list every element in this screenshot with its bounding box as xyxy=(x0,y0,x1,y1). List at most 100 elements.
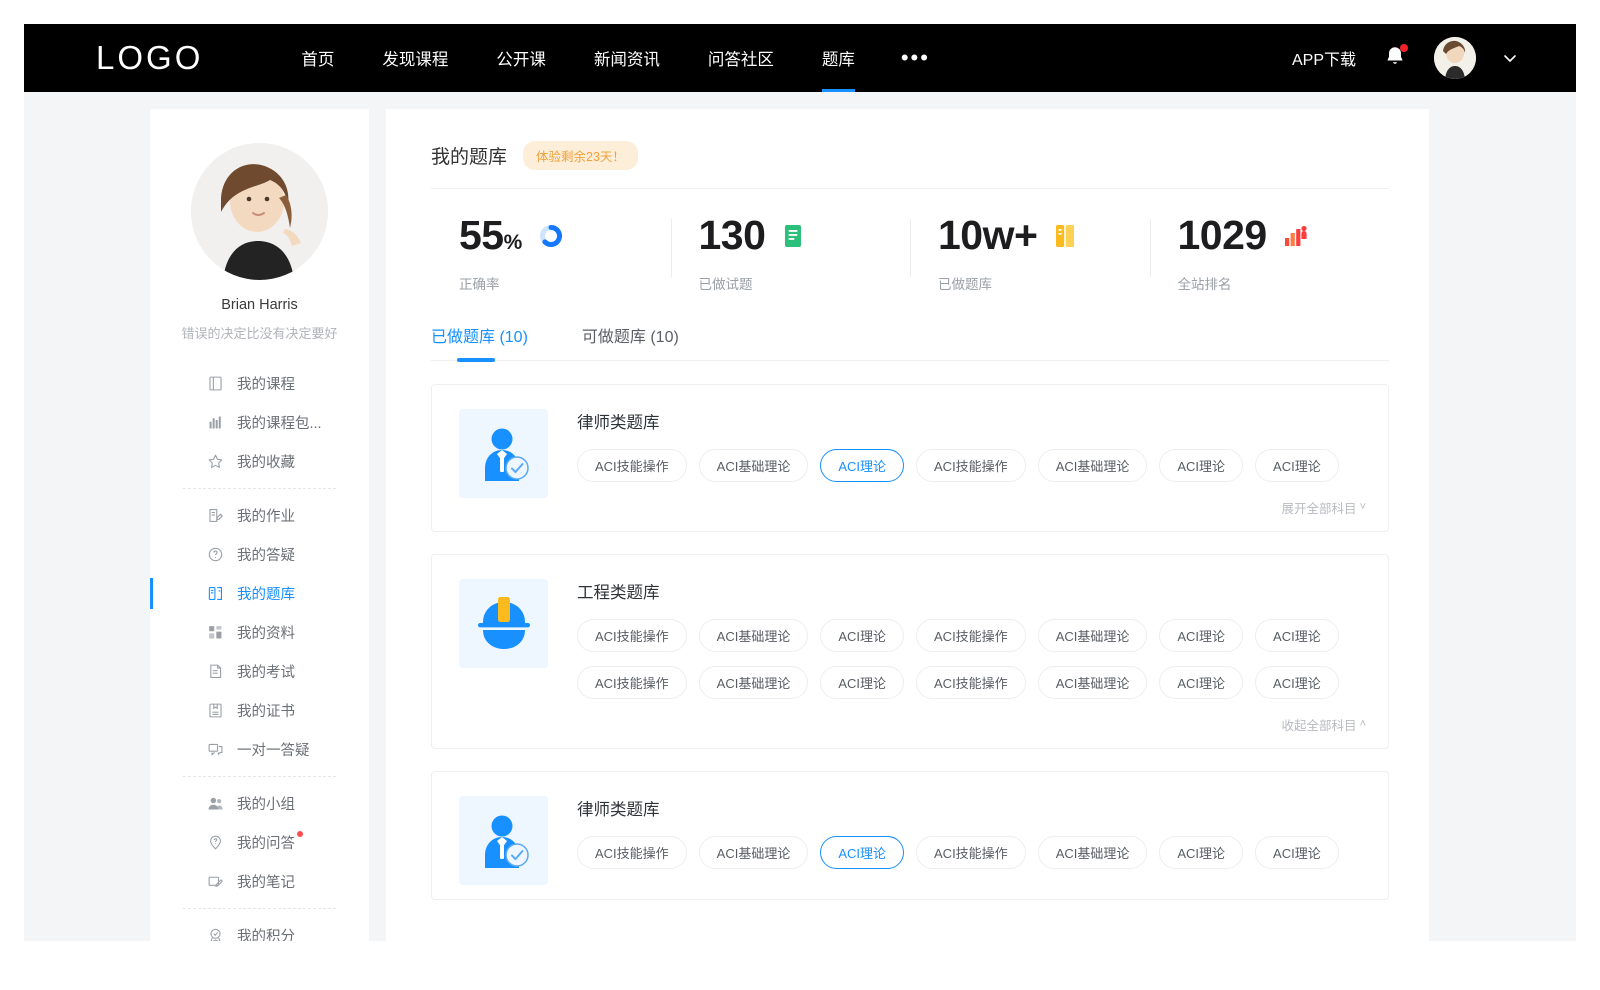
subject-pill[interactable]: ACI基础理论 xyxy=(1038,836,1148,869)
subject-pill[interactable]: ACI理论 xyxy=(1255,449,1339,482)
expand-label: 展开全部科目 xyxy=(1282,498,1357,517)
sidebar-item-2-2[interactable]: 我的笔记 xyxy=(150,862,369,901)
site-logo[interactable]: LOGO xyxy=(96,39,203,77)
sidebar-item-3-0[interactable]: 我的积分 xyxy=(150,916,369,941)
sidebar-item-1-2[interactable]: 我的题库 xyxy=(150,574,369,613)
sidebar-item-1-3[interactable]: 我的资料 xyxy=(150,613,369,652)
page-header: 我的题库 体验剩余23天！ xyxy=(431,141,1389,189)
stat-value-row: 55% xyxy=(459,215,671,256)
subject-pill[interactable]: ACI技能操作 xyxy=(916,619,1026,652)
subject-pill[interactable]: ACI技能操作 xyxy=(577,666,687,699)
stat-number: 55 xyxy=(459,212,504,258)
question-bank-card[interactable]: 律师类题库ACI技能操作ACI基础理论ACI理论ACI技能操作ACI基础理论AC… xyxy=(431,771,1389,900)
star-icon xyxy=(207,453,224,470)
subject-pill[interactable]: ACI基础理论 xyxy=(699,449,809,482)
status-badge: 体验剩余23天！ xyxy=(523,141,638,170)
sidebar-item-1-1[interactable]: 我的答疑 xyxy=(150,535,369,574)
note-icon xyxy=(207,873,224,890)
subject-pill[interactable]: ACI理论 xyxy=(820,666,904,699)
subject-pill[interactable]: ACI基础理论 xyxy=(1038,619,1148,652)
sidebar-item-1-6[interactable]: 一对一答疑 xyxy=(150,730,369,769)
subject-pill[interactable]: ACI技能操作 xyxy=(916,666,1026,699)
subject-pill[interactable]: ACI技能操作 xyxy=(577,619,687,652)
group-icon xyxy=(207,795,224,812)
card-title: 律师类题库 xyxy=(577,409,1366,433)
red-rank-icon xyxy=(1283,223,1309,249)
subject-pill[interactable]: ACI理论 xyxy=(820,449,904,482)
subject-pill[interactable]: ACI理论 xyxy=(1255,836,1339,869)
app-download-link[interactable]: APP下载 xyxy=(1292,46,1356,70)
subject-pill[interactable]: ACI理论 xyxy=(820,836,904,869)
nav-item-2[interactable]: 公开课 xyxy=(472,24,570,92)
nav-item-3[interactable]: 新闻资讯 xyxy=(570,24,684,92)
subject-pill[interactable]: ACI基础理论 xyxy=(699,619,809,652)
subject-pill[interactable]: ACI理论 xyxy=(1159,449,1243,482)
sidebar-item-2-0[interactable]: 我的小组 xyxy=(150,784,369,823)
tab-0[interactable]: 已做题库 (10) xyxy=(431,323,528,360)
stat-number: 10w+ xyxy=(938,212,1037,258)
subject-pill[interactable]: ACI理论 xyxy=(1159,836,1243,869)
subject-pill[interactable]: ACI理论 xyxy=(820,619,904,652)
nav-item-1[interactable]: 发现课程 xyxy=(358,24,472,92)
header-right-actions: APP下载 xyxy=(1292,37,1518,79)
subject-pill[interactable]: ACI理论 xyxy=(1255,666,1339,699)
sidebar-item-1-4[interactable]: 我的考试 xyxy=(150,652,369,691)
subject-pill[interactable]: ACI基础理论 xyxy=(699,836,809,869)
chevron-down-icon[interactable] xyxy=(1502,50,1518,66)
nav-item-4[interactable]: 问答社区 xyxy=(684,24,798,92)
sidebar-item-label: 我的课程包... xyxy=(237,412,322,433)
subject-pill[interactable]: ACI技能操作 xyxy=(916,836,1026,869)
stat-label: 已做题库 xyxy=(938,273,1150,293)
green-book-icon xyxy=(781,223,807,249)
bell-icon[interactable] xyxy=(1382,43,1408,73)
expand-subjects-toggle[interactable]: 收起全部科目˄ xyxy=(577,713,1366,734)
sidebar-item-label: 我的积分 xyxy=(237,925,295,941)
sidebar-menu: 我的课程我的课程包... 我的收藏我的作业我的答疑我的题库我的资料我的考试我的证书… xyxy=(150,364,369,941)
card-body: 律师类题库 ACI技能操作 ACI基础理论 ACI理论 ACI技能操作 ACI基础理论 AC… xyxy=(577,409,1366,517)
sidebar-item-0-1[interactable]: 我的课程包... xyxy=(150,403,369,442)
sidebar-item-label: 我的考试 xyxy=(237,661,295,682)
tab-1[interactable]: 可做题库 (10) xyxy=(582,323,679,360)
subject-pill[interactable]: ACI技能操作 xyxy=(577,449,687,482)
engineer-helmet-icon xyxy=(459,579,548,668)
main-nav-list: 首页发现课程公开课新闻资讯问答社区题库 xyxy=(277,24,879,92)
top-navigation-bar: LOGO 首页发现课程公开课新闻资讯问答社区题库 ••• APP下载 xyxy=(24,24,1576,92)
subject-pill[interactable]: ACI理论 xyxy=(1159,619,1243,652)
chat-icon xyxy=(207,741,224,758)
avatar[interactable] xyxy=(1434,37,1476,79)
expand-subjects-toggle[interactable]: 展开全部科目˅ xyxy=(577,496,1366,517)
question-bank-list: 律师类题库 ACI技能操作 ACI基础理论 ACI理论 ACI技能操作 ACI基础理论 AC… xyxy=(431,361,1389,900)
subject-pill[interactable]: ACI技能操作 xyxy=(577,836,687,869)
question-circle-icon xyxy=(207,546,224,563)
sidebar-item-0-2[interactable]: 我的收藏 xyxy=(150,442,369,481)
chevron-icon: ˅ xyxy=(1360,502,1366,513)
stat-label: 已做试题 xyxy=(699,273,911,293)
sidebar-item-1-5[interactable]: 我的证书 xyxy=(150,691,369,730)
stats-row: 55%正确率130已做试题10w+已做题库1029全站排名 xyxy=(431,215,1389,315)
nav-item-0[interactable]: 首页 xyxy=(277,24,358,92)
sidebar-item-0-0[interactable]: 我的课程 xyxy=(150,364,369,403)
exam-icon xyxy=(207,663,224,680)
question-bank-card[interactable]: 工程类题库ACI技能操作ACI基础理论ACI理论ACI技能操作ACI基础理论AC… xyxy=(431,554,1389,749)
subject-pill[interactable]: ACI理论 xyxy=(1159,666,1243,699)
sidebar-divider xyxy=(183,908,336,909)
unread-dot xyxy=(297,831,303,837)
sidebar-item-1-0[interactable]: 我的作业 xyxy=(150,496,369,535)
stat-value: 1029 xyxy=(1178,215,1267,256)
content-tabs: 已做题库 (10) 可做题库 (10) xyxy=(431,323,1389,361)
subject-pill[interactable]: ACI理论 xyxy=(1255,619,1339,652)
subject-pill[interactable]: ACI技能操作 xyxy=(916,449,1026,482)
subject-pill[interactable]: ACI基础理论 xyxy=(1038,666,1148,699)
question-bank-icon xyxy=(207,585,224,602)
subject-pill[interactable]: ACI基础理论 xyxy=(1038,449,1148,482)
question-bank-card[interactable]: 律师类题库 ACI技能操作 ACI基础理论 ACI理论 ACI技能操作 ACI基础理论 AC… xyxy=(431,384,1389,532)
nav-item-5[interactable]: 题库 xyxy=(798,24,879,92)
sidebar-item-2-1[interactable]: 我的问答 xyxy=(150,823,369,862)
subject-pill[interactable]: ACI基础理论 xyxy=(699,666,809,699)
book-icon xyxy=(207,375,224,392)
main-content: 我的题库 体验剩余23天！ 55%正确率130已做试题10w+已做题库1029全… xyxy=(386,109,1429,941)
stat-label: 正确率 xyxy=(459,273,671,293)
stat-value-row: 1029 xyxy=(1178,215,1390,256)
sidebar-item-label: 我的课程 xyxy=(237,373,295,394)
more-dots-icon[interactable]: ••• xyxy=(879,24,952,92)
